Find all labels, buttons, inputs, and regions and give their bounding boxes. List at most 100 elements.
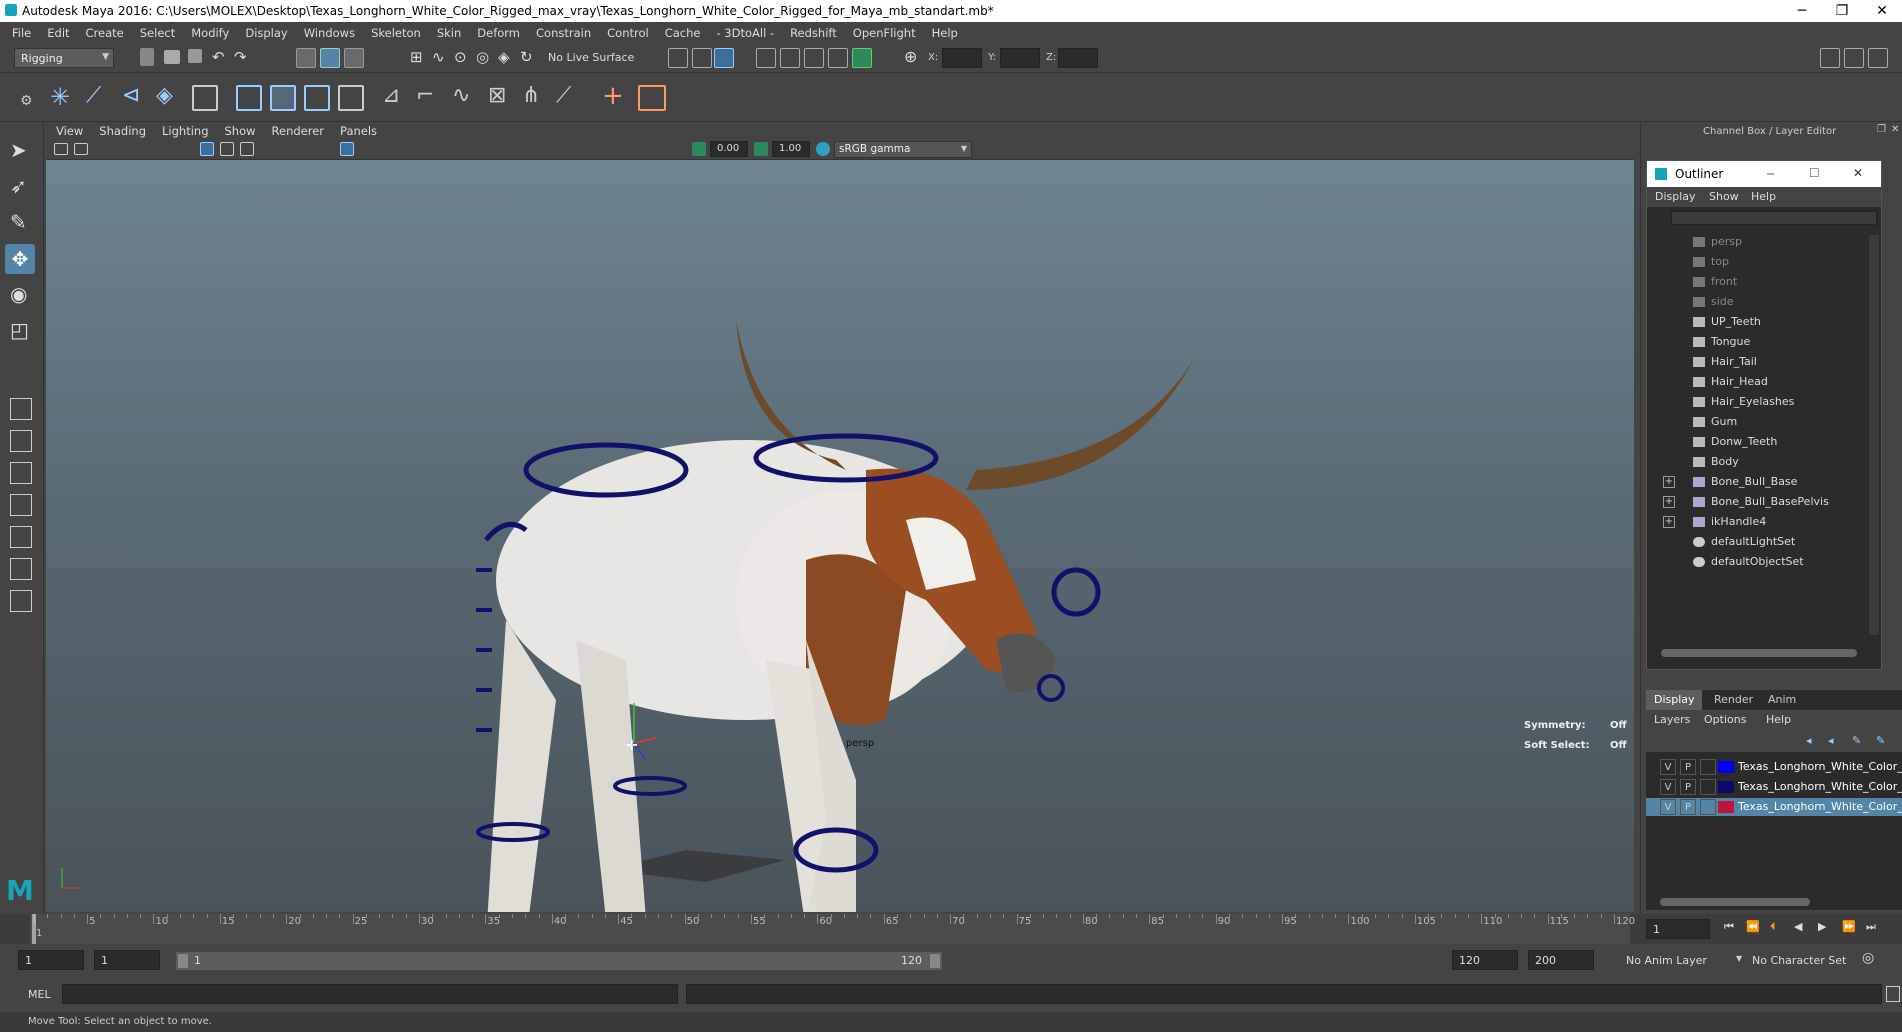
bull-model-scene[interactable]: ✛ <box>46 160 1634 912</box>
new-scene-icon[interactable] <box>140 48 154 66</box>
modeling-toolkit-icon[interactable] <box>1820 48 1840 68</box>
bind-skin-icon[interactable] <box>236 85 262 111</box>
menu-3dtoall[interactable]: - 3DtoAll - <box>716 26 774 40</box>
playback-start-field[interactable]: 1 <box>94 950 160 970</box>
vp-menu-shading[interactable]: Shading <box>99 124 146 138</box>
time-slider[interactable]: 1 5 10 15 20 25 30 35 40 45 50 55 60 65 70 75 80 85 90 95 10… <box>0 914 1902 944</box>
new-layer-selected-icon[interactable]: ✎ <box>1876 734 1885 747</box>
tool-settings-icon[interactable] <box>1868 48 1888 68</box>
outliner-item[interactable]: Hair_Tail <box>1693 353 1757 371</box>
layer-row[interactable]: V P Texas_Longhorn_White_Color_ <box>1646 798 1902 816</box>
select-tool-icon[interactable]: ➤ <box>10 138 27 162</box>
outliner-item[interactable]: Hair_Eyelashes <box>1693 393 1794 411</box>
menu-control[interactable]: Control <box>607 26 649 40</box>
layer-playback-toggle[interactable]: P <box>1680 759 1696 775</box>
outliner-item[interactable]: top <box>1693 253 1729 271</box>
menu-openflight[interactable]: OpenFlight <box>853 26 916 40</box>
snap-curve-icon[interactable]: ∿ <box>432 48 445 66</box>
new-layer-icon[interactable]: ✎ <box>1852 734 1861 747</box>
range-bar[interactable]: 1 120 <box>176 952 942 970</box>
outliner-item[interactable]: UP_Teeth <box>1693 313 1761 331</box>
layout-persp-graph-icon[interactable] <box>10 526 32 548</box>
insert-joint-icon[interactable]: ⟋ <box>86 83 101 108</box>
open-scene-icon[interactable] <box>164 50 180 64</box>
panel-close-icon[interactable]: ✕ <box>1891 124 1899 135</box>
menu-skeleton[interactable]: Skeleton <box>371 26 421 40</box>
menu-cache[interactable]: Cache <box>665 26 701 40</box>
layer-color-swatch[interactable] <box>1718 761 1734 773</box>
locator-icon[interactable]: + <box>602 81 624 111</box>
lasso-tool-icon[interactable]: ➶ <box>10 174 27 198</box>
layer-tab-display[interactable]: Display <box>1646 690 1702 710</box>
outliner-item[interactable]: persp <box>1693 233 1742 251</box>
x-field[interactable] <box>942 48 982 68</box>
go-to-start-icon[interactable]: ⏮ <box>1724 920 1734 934</box>
constraint-icon[interactable] <box>638 85 666 111</box>
play-backward-icon[interactable]: ◀ <box>1794 920 1802 933</box>
lattice-icon[interactable]: ⊠ <box>488 83 506 108</box>
outliner-menu-help[interactable]: Help <box>1751 190 1776 203</box>
outliner-item[interactable]: front <box>1693 273 1737 291</box>
layer-type-toggle[interactable] <box>1700 779 1716 795</box>
outliner-item[interactable]: ikHandle4 <box>1693 513 1766 531</box>
redo-icon[interactable]: ↷ <box>234 48 247 66</box>
minimize-button[interactable]: ─ <box>1782 0 1822 22</box>
wireframe-icon[interactable] <box>200 142 214 156</box>
select-hierarchy-icon[interactable] <box>296 48 316 68</box>
layer-visibility-toggle[interactable]: V <box>1660 779 1676 795</box>
outliner-item[interactable]: Donw_Teeth <box>1693 433 1777 451</box>
color-management-icon[interactable] <box>816 142 830 156</box>
z-field[interactable] <box>1058 48 1098 68</box>
expand-button[interactable]: + <box>1663 496 1675 508</box>
auto-key-icon[interactable]: ◎ <box>1862 950 1874 966</box>
outliner-item[interactable]: Body <box>1693 453 1739 471</box>
go-to-end-icon[interactable]: ⏭ <box>1866 920 1876 934</box>
menu-help[interactable]: Help <box>932 26 958 40</box>
vp-menu-view[interactable]: View <box>56 124 83 138</box>
outliner-menu-display[interactable]: Display <box>1655 190 1696 203</box>
layer-row[interactable]: V P Texas_Longhorn_White_Color_ <box>1646 778 1902 796</box>
outliner-item[interactable]: Gum <box>1693 413 1737 431</box>
vp-menu-show[interactable]: Show <box>225 124 256 138</box>
current-frame-field[interactable]: 1 <box>1646 919 1710 939</box>
gamma-icon[interactable] <box>754 142 768 156</box>
layer-type-toggle[interactable] <box>1700 759 1716 775</box>
layer-hscrollbar[interactable] <box>1660 898 1810 906</box>
script-editor-icon[interactable] <box>1886 986 1900 1002</box>
outliner-hscrollbar[interactable] <box>1661 649 1857 657</box>
shelf-gear-icon[interactable]: ⚙ <box>20 93 33 109</box>
menu-modify[interactable]: Modify <box>191 26 229 40</box>
move-tool-icon[interactable]: ✥ <box>5 244 35 274</box>
layout-single-icon[interactable] <box>10 398 32 420</box>
outliner-item[interactable]: Bone_Bull_BasePelvis <box>1693 493 1829 511</box>
ipr-render-icon[interactable] <box>780 48 800 68</box>
joint-tool-icon[interactable]: ✳ <box>50 83 70 111</box>
redshift-render-icon[interactable] <box>852 48 872 68</box>
textured-icon[interactable] <box>240 142 254 156</box>
layout-more-icon[interactable] <box>10 590 32 612</box>
construction-history-icon[interactable] <box>692 48 712 68</box>
end-frame-field[interactable]: 200 <box>1528 950 1594 970</box>
snap-live-icon[interactable]: ↻ <box>520 48 533 66</box>
range-start-handle[interactable] <box>178 954 188 968</box>
layer-color-swatch[interactable] <box>1718 781 1734 793</box>
layout-four-icon[interactable] <box>10 430 32 452</box>
play-forward-icon[interactable]: ▶ <box>1818 920 1826 933</box>
vp-menu-renderer[interactable]: Renderer <box>272 124 325 138</box>
xray-icon[interactable] <box>340 142 354 156</box>
menu-redshift[interactable]: Redshift <box>790 26 837 40</box>
layer-playback-toggle[interactable]: P <box>1680 799 1696 815</box>
cluster-icon[interactable]: ∿ <box>452 83 470 108</box>
command-input[interactable] <box>62 984 678 1004</box>
select-object-icon[interactable] <box>320 48 340 68</box>
outliner-item[interactable]: Bone_Bull_Base <box>1693 473 1797 491</box>
range-end-handle[interactable] <box>930 954 940 968</box>
float-icon[interactable]: ❐ <box>1877 124 1886 135</box>
hypershade-icon[interactable] <box>828 48 848 68</box>
menuset-dropdown[interactable]: Rigging ▼ <box>14 48 114 68</box>
playback-end-field[interactable]: 120 <box>1452 950 1518 970</box>
live-surface-label[interactable]: No Live Surface <box>548 51 634 64</box>
snap-grid-icon[interactable]: ⊞ <box>410 48 423 66</box>
outliner-item[interactable]: Tongue <box>1693 333 1750 351</box>
outliner-item[interactable]: defaultLightSet <box>1693 533 1795 551</box>
